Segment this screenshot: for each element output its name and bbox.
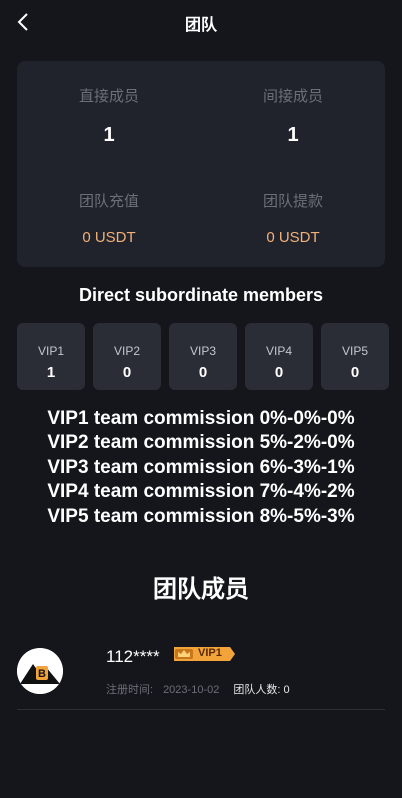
avatar: B [17, 648, 63, 694]
vip-level-name: VIP3 [189, 344, 216, 358]
indirect-members-label: 间接成员 [262, 88, 323, 105]
team-members-title: 团队成员 [153, 576, 249, 603]
vip-badge-label: VIP1 [198, 647, 222, 659]
vip-level-box[interactable]: VIP5 0 [321, 323, 389, 390]
vip-level-name: VIP5 [341, 344, 368, 358]
commission-line: VIP5 team commission 8%-5%-3% [47, 505, 355, 527]
member-list-item[interactable]: B 112**** VIP1 注册时间: 2023-10-02 团队人数: 0 [17, 640, 385, 710]
vip-level-count: 0 [198, 364, 208, 381]
register-time-label: 注册时间: [106, 684, 154, 696]
register-date: 2023-10-02 [163, 684, 220, 696]
team-withdraw-stat: 团队提款 0 USDT [201, 190, 385, 246]
team-recharge-stat: 团队充值 0 USDT [17, 190, 201, 246]
commission-line: VIP3 team commission 6%-3%-1% [47, 456, 355, 478]
team-withdraw-value: 0 USDT [266, 229, 320, 246]
commission-line: VIP4 team commission 7%-4%-2% [47, 481, 355, 503]
vip-level-name: VIP4 [265, 344, 292, 358]
commission-rates: VIP1 team commission 0%-0%-0% VIP2 team … [0, 407, 402, 529]
team-count: 团队人数: 0 [233, 684, 290, 696]
direct-members-stat: 直接成员 1 [17, 85, 201, 147]
vip-level-count: 0 [274, 364, 284, 381]
vip-level-count: 1 [46, 364, 56, 381]
mountain-logo-icon: B [17, 648, 63, 694]
vip-level-box[interactable]: VIP2 0 [93, 323, 161, 390]
member-meta: 注册时间: 2023-10-02 团队人数: 0 [106, 681, 290, 697]
vip-level-box[interactable]: VIP1 1 [17, 323, 85, 390]
page-title: 团队 [184, 17, 217, 34]
top-bar: 团队 [0, 0, 402, 46]
team-recharge-value: 0 USDT [82, 229, 136, 246]
svg-text:B: B [38, 668, 46, 680]
indirect-members-stat: 间接成员 1 [201, 85, 385, 147]
team-withdraw-label: 团队提款 [262, 193, 323, 210]
back-button[interactable] [10, 8, 36, 36]
indirect-members-value: 1 [287, 124, 299, 146]
team-stats-card: 直接成员 1 间接成员 1 团队充值 0 USDT 团队提款 0 USDT [17, 61, 385, 267]
vip-level-box[interactable]: VIP3 0 [169, 323, 237, 390]
direct-members-label: 直接成员 [78, 88, 139, 105]
vip-level-name: VIP2 [113, 344, 140, 358]
vip-level-box[interactable]: VIP4 0 [245, 323, 313, 390]
vip-level-name: VIP1 [37, 344, 64, 358]
direct-members-value: 1 [103, 124, 115, 146]
vip-level-count: 0 [122, 364, 132, 381]
team-recharge-label: 团队充值 [78, 193, 139, 210]
commission-line: VIP1 team commission 0%-0%-0% [47, 408, 355, 429]
member-username: 112**** [106, 647, 160, 666]
vip-badge: VIP1 [172, 646, 236, 662]
chevron-left-icon [17, 13, 28, 31]
vip-level-counts: VIP1 1 VIP2 0 VIP3 0 VIP4 0 VIP5 0 [17, 323, 389, 391]
subordinates-heading: Direct subordinate members [78, 285, 324, 305]
commission-line: VIP2 team commission 5%-2%-0% [47, 432, 355, 454]
vip-level-count: 0 [350, 364, 360, 381]
